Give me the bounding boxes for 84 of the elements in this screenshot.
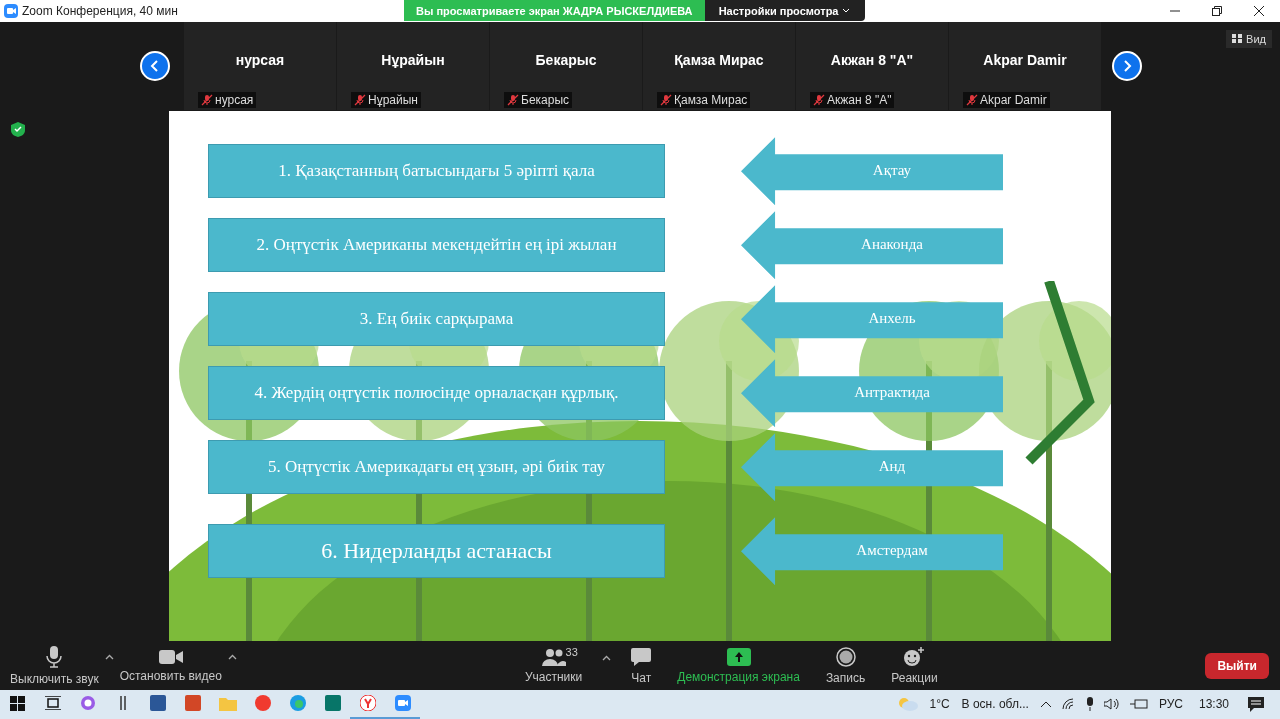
microphone-icon — [46, 645, 63, 668]
people-icon — [541, 647, 566, 666]
share-screen-icon — [726, 647, 751, 666]
participant-label: Қамза Мирас — [657, 92, 751, 109]
participant-tile[interactable]: нурсая нурсая — [184, 21, 336, 111]
participant-tile[interactable]: Нұрайын Нұрайын — [337, 21, 489, 111]
caret-icon[interactable] — [227, 653, 237, 660]
video-app-icon — [394, 695, 411, 712]
participant-tile[interactable]: Бекарыс Бекарыс — [490, 21, 642, 111]
toolbar-button[interactable]: Остановить видео — [113, 648, 228, 683]
participant-name: Akpar Damir — [983, 52, 1067, 69]
clock-text[interactable]: 13:30 — [1198, 697, 1229, 712]
participant-name: Нұрайын — [381, 52, 445, 69]
participant-tile[interactable]: Қамза Мирас Қамза Мирас — [643, 21, 795, 111]
previous-page-button[interactable] — [140, 51, 170, 82]
participant-label: Akpar Damir — [963, 92, 1050, 109]
caret-icon[interactable] — [602, 654, 612, 661]
temperature-text: 1°C — [929, 697, 950, 712]
question-card: 3. Ең биік сарқырама — [208, 292, 665, 347]
muted-mic-icon — [660, 94, 672, 107]
caret-icon[interactable] — [104, 653, 114, 660]
double-bar-icon — [119, 695, 126, 712]
toolbar-button[interactable]: Запись — [819, 646, 872, 685]
muted-mic-icon — [966, 94, 978, 107]
record-icon — [835, 646, 856, 667]
participant-label: Бекарыс — [504, 92, 573, 109]
question-card: 6. Нидерланды астанасы — [208, 524, 665, 579]
muted-mic-icon — [507, 94, 519, 107]
muted-mic-icon — [201, 94, 213, 107]
windows-start-icon — [10, 696, 25, 711]
participant-tile[interactable]: Akpar Damir Akpar Damir — [949, 21, 1101, 111]
window-title: Zoom Конференция, 40 мин — [22, 3, 178, 18]
toolbar-button[interactable]: 33 Участники — [518, 647, 589, 684]
video-camera-icon — [158, 648, 183, 665]
caret-icon — [842, 7, 851, 14]
participant-name: Қамза Мирас — [674, 52, 764, 69]
chevron-left-icon — [150, 60, 160, 73]
toolbar-button[interactable]: Реакции — [885, 646, 944, 685]
app-logo-icon — [4, 3, 18, 18]
participant-label: нурсая — [198, 92, 257, 109]
microphone-icon[interactable] — [1085, 697, 1094, 712]
toolbar-button[interactable]: Чат — [625, 646, 658, 685]
notifications-icon[interactable] — [1248, 697, 1264, 712]
next-page-button[interactable] — [1112, 51, 1142, 82]
assistant-ring-icon — [79, 695, 96, 712]
grid-icon — [1232, 34, 1243, 44]
participant-label: Акжан 8 "А" — [810, 92, 895, 109]
presentation-app-icon — [184, 695, 201, 712]
shield-check-icon — [11, 122, 25, 138]
chevron-up-icon[interactable] — [1039, 700, 1052, 709]
speaker-icon[interactable] — [1103, 698, 1120, 711]
view-button[interactable]: Вид — [1226, 29, 1272, 48]
chevron-right-icon — [1122, 60, 1132, 73]
participant-name: нурсая — [235, 52, 285, 69]
question-card: 5. Оңтүстік Америкадағы ең ұзын, әрі биік тау — [208, 440, 665, 495]
language-indicator[interactable]: РУС — [1158, 697, 1183, 712]
leave-button[interactable]: Выйти — [1205, 653, 1269, 680]
question-card: 1. Қазақстанның батысындағы 5 әріпті қала — [208, 144, 665, 199]
publisher-app-icon — [324, 695, 341, 712]
view-options-button[interactable]: Настройки просмотра — [704, 0, 865, 21]
toolbar-button[interactable]: Выключить звук — [4, 645, 105, 686]
question-card: 4. Жердің оңтүстік полюсінде орналасқан құрлық. — [208, 366, 665, 421]
participant-tile[interactable]: Акжан 8 "А" Акжан 8 "А" — [796, 21, 948, 111]
screen-share-banner: Вы просматриваете экран ЖАДРА РЫСКЕЛДИЕВА — [404, 0, 705, 21]
task-view-icon — [44, 696, 61, 711]
close-icon[interactable] — [1254, 5, 1264, 16]
document-app-icon — [149, 695, 166, 712]
muted-mic-icon — [813, 94, 825, 107]
muted-mic-icon — [354, 94, 366, 107]
browser-icon — [359, 695, 376, 712]
folder-icon — [218, 696, 237, 711]
wifi-icon[interactable] — [1061, 698, 1076, 711]
toolbar-button[interactable]: Демонстрация экрана — [671, 647, 806, 684]
browser-swirl-icon — [289, 695, 306, 712]
round-app-icon — [254, 695, 271, 712]
smiley-plus-icon — [903, 646, 926, 667]
battery-plug-icon[interactable] — [1129, 699, 1148, 710]
participant-name: Акжан 8 "А" — [830, 52, 914, 69]
question-card: 2. Оңтүстік Американы мекендейтін ең ірі жылан — [208, 218, 665, 273]
chat-bubble-icon — [631, 646, 652, 667]
participant-label: Нұрайын — [351, 92, 421, 109]
restore-icon[interactable] — [1212, 5, 1222, 16]
weather-text: В осн. обл... — [961, 697, 1029, 712]
participant-name: Бекарыс — [535, 52, 597, 69]
